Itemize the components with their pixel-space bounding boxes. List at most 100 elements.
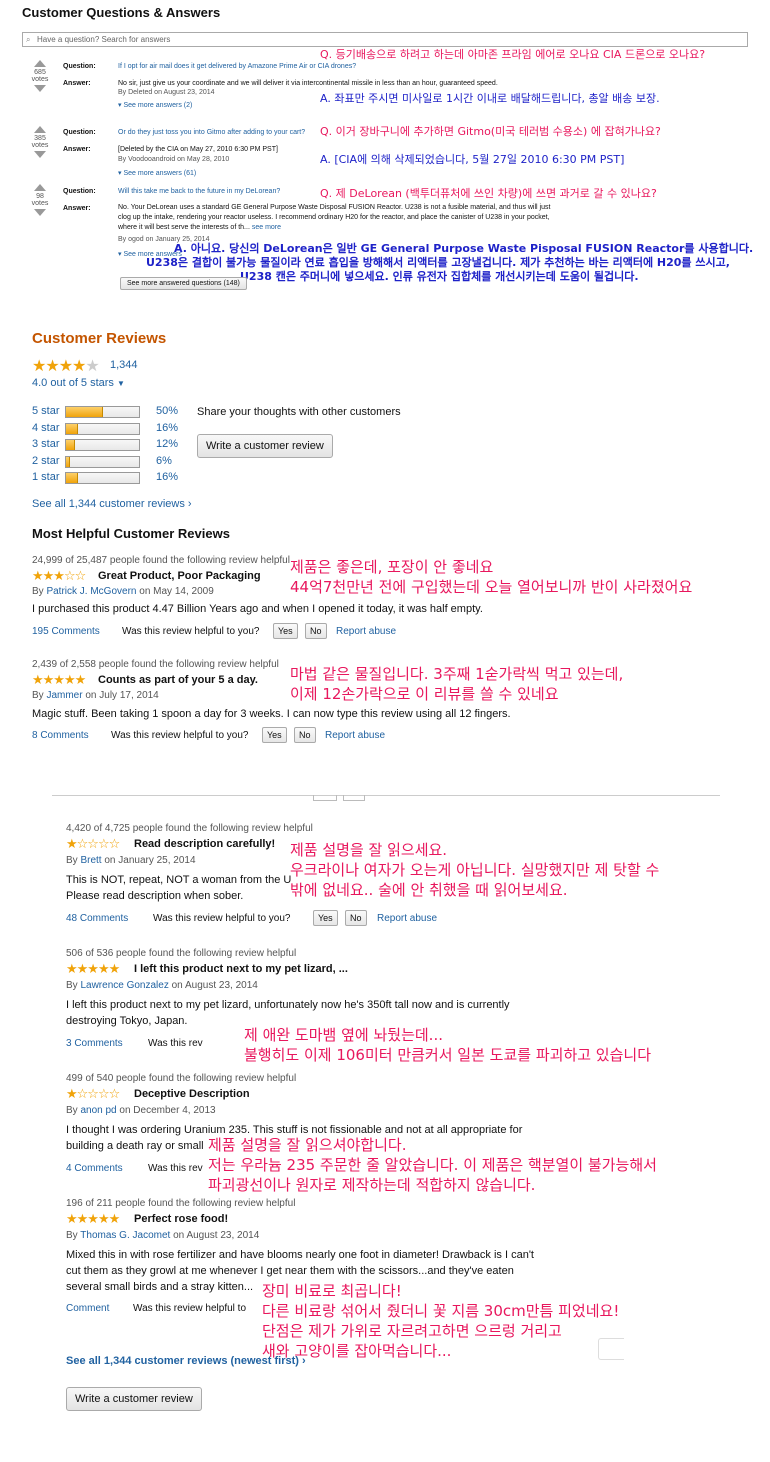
- review-title[interactable]: I left this product next to my pet lizar…: [134, 963, 348, 975]
- review-byline: By anon pd on December 4, 2013: [66, 1105, 216, 1116]
- panel-divider: [52, 795, 720, 796]
- no-button[interactable]: No: [345, 910, 367, 926]
- review-stars-icon: ★★★★★: [66, 961, 120, 976]
- histogram-label[interactable]: 3 star: [32, 438, 60, 450]
- search-icon: ⌕: [26, 35, 31, 44]
- no-button[interactable]: No: [305, 623, 327, 639]
- histogram-label[interactable]: 2 star: [32, 455, 60, 467]
- histogram-bar[interactable]: [65, 406, 140, 418]
- downvote-icon[interactable]: [34, 151, 46, 158]
- yes-button[interactable]: Yes: [262, 727, 287, 743]
- review-author-link[interactable]: Patrick J. McGovern: [46, 586, 136, 597]
- most-helpful-heading: Most Helpful Customer Reviews: [32, 526, 230, 541]
- histogram-bar-fill: [66, 440, 75, 450]
- review-byline: By Patrick J. McGovern on May 14, 2009: [32, 586, 214, 597]
- review-author-link[interactable]: anon pd: [80, 1105, 116, 1116]
- downvote-icon[interactable]: [34, 85, 46, 92]
- histogram-bar[interactable]: [65, 472, 140, 484]
- helpful-count: 2,439 of 2,558 people found the followin…: [32, 659, 279, 670]
- see-more-answers[interactable]: ▾ See more answers (2): [118, 101, 192, 111]
- review-stars-icon: ★☆☆☆☆: [66, 1086, 120, 1101]
- histogram-label[interactable]: 4 star: [32, 422, 60, 434]
- vote-widget: 385 votes: [22, 126, 58, 158]
- comments-link[interactable]: 8 Comments: [32, 730, 89, 741]
- histogram-bar[interactable]: [65, 439, 140, 451]
- downvote-icon[interactable]: [34, 209, 46, 216]
- review-author-link[interactable]: Lawrence Gonzalez: [80, 980, 168, 991]
- review-title[interactable]: Read description carefully!: [134, 838, 275, 850]
- review-title[interactable]: Deceptive Description: [134, 1088, 250, 1100]
- review-title[interactable]: Counts as part of your 5 a day.: [98, 674, 258, 686]
- question-label: Question:: [63, 129, 96, 136]
- comments-link[interactable]: Comment: [66, 1303, 109, 1314]
- rating-stars: ★★★★★: [32, 358, 100, 375]
- clipped-no-button: [343, 795, 365, 801]
- report-abuse-link[interactable]: Report abuse: [377, 913, 437, 924]
- question-label: Question:: [63, 63, 96, 70]
- review-body: Magic stuff. Been taking 1 spoon a day f…: [32, 708, 511, 720]
- upvote-icon[interactable]: [34, 60, 46, 67]
- answer-label: Answer:: [63, 80, 91, 87]
- votes-label: votes: [31, 142, 49, 149]
- histogram-percent[interactable]: 16%: [156, 422, 178, 434]
- comments-link[interactable]: 195 Comments: [32, 626, 100, 637]
- yes-button[interactable]: Yes: [313, 910, 338, 926]
- kr-review-4: 제 애완 도마뱀 옆에 놔뒀는데... 불행히도 이제 106미터 만큼커서 일…: [244, 1026, 652, 1064]
- histogram-label[interactable]: 5 star: [32, 405, 60, 417]
- question-link[interactable]: Or do they just toss you into Gitmo afte…: [118, 128, 305, 138]
- helpful-question: Was this review helpful to you?: [153, 913, 291, 924]
- helpful-question-partial: Was this rev: [148, 1163, 203, 1174]
- yes-button[interactable]: Yes: [273, 623, 298, 639]
- helpful-count: 4,420 of 4,725 people found the followin…: [66, 823, 313, 834]
- review-title[interactable]: Great Product, Poor Packaging: [98, 570, 261, 582]
- write-review-button[interactable]: Write a customer review: [197, 434, 333, 458]
- histogram-bar[interactable]: [65, 422, 140, 435]
- review-author-link[interactable]: Jammer: [46, 690, 82, 701]
- rating-dropdown[interactable]: 4.0 out of 5 stars ▼: [32, 377, 125, 389]
- vote-widget: 685 votes: [22, 60, 58, 92]
- question-link[interactable]: If I opt for air mail does it get delive…: [118, 62, 356, 72]
- upvote-icon[interactable]: [34, 184, 46, 191]
- see-more-questions-button[interactable]: See more answered questions (148): [120, 277, 247, 290]
- report-abuse-link[interactable]: Report abuse: [325, 730, 385, 741]
- review-count-link[interactable]: 1,344: [110, 359, 138, 371]
- histogram-percent[interactable]: 12%: [156, 438, 178, 450]
- upvote-icon[interactable]: [34, 126, 46, 133]
- write-review-button-bottom[interactable]: Write a customer review: [66, 1387, 202, 1411]
- see-more-answers[interactable]: ▾ See more answers (61): [118, 169, 196, 179]
- see-all-newest-link[interactable]: See all 1,344 customer reviews (newest f…: [66, 1355, 306, 1367]
- qa-title: Customer Questions & Answers: [22, 5, 221, 20]
- review-author-link[interactable]: Brett: [80, 855, 101, 866]
- review-byline: By Thomas G. Jacomet on August 23, 2014: [66, 1230, 260, 1241]
- no-button[interactable]: No: [294, 727, 316, 743]
- comments-link[interactable]: 3 Comments: [66, 1038, 123, 1049]
- answer-label: Answer:: [63, 146, 91, 153]
- histogram-label[interactable]: 1 star: [32, 471, 60, 483]
- review-byline: By Jammer on July 17, 2014: [32, 690, 159, 701]
- helpful-question: Was this review helpful to you?: [111, 730, 249, 741]
- review-byline: By Brett on January 25, 2014: [66, 855, 196, 866]
- kr-answer-1: A. 좌표만 주시면 미사일로 1시간 이내로 배달해드립니다, 총알 배송 보…: [320, 92, 660, 105]
- question-link[interactable]: Will this take me back to the future in …: [118, 187, 280, 197]
- see-more-inline-link[interactable]: see more: [252, 224, 281, 231]
- vote-count: 98: [36, 193, 44, 200]
- vote-count: 685: [34, 69, 46, 76]
- histogram-bar[interactable]: [65, 455, 140, 468]
- vote-widget: 98 votes: [22, 184, 58, 216]
- histogram-percent[interactable]: 16%: [156, 471, 178, 483]
- comments-link[interactable]: 48 Comments: [66, 913, 128, 924]
- qa-search-input[interactable]: ⌕ Have a question? Search for answers: [22, 32, 748, 47]
- votes-label: votes: [31, 76, 49, 83]
- comments-link[interactable]: 4 Comments: [66, 1163, 123, 1174]
- histogram-percent[interactable]: 6%: [156, 455, 172, 467]
- helpful-question-partial: Was this rev: [148, 1038, 203, 1049]
- see-all-reviews-link[interactable]: See all 1,344 customer reviews ›: [32, 498, 192, 510]
- helpful-question-partial: Was this review helpful to: [133, 1303, 247, 1314]
- report-abuse-link[interactable]: Report abuse: [336, 626, 396, 637]
- review-stars-icon: ★★★★★: [66, 1211, 120, 1226]
- review-author-link[interactable]: Thomas G. Jacomet: [80, 1230, 170, 1241]
- histogram-percent[interactable]: 50%: [156, 405, 178, 417]
- review-title[interactable]: Perfect rose food!: [134, 1213, 228, 1225]
- votes-label: votes: [31, 200, 49, 207]
- share-thoughts-text: Share your thoughts with other customers: [197, 406, 401, 418]
